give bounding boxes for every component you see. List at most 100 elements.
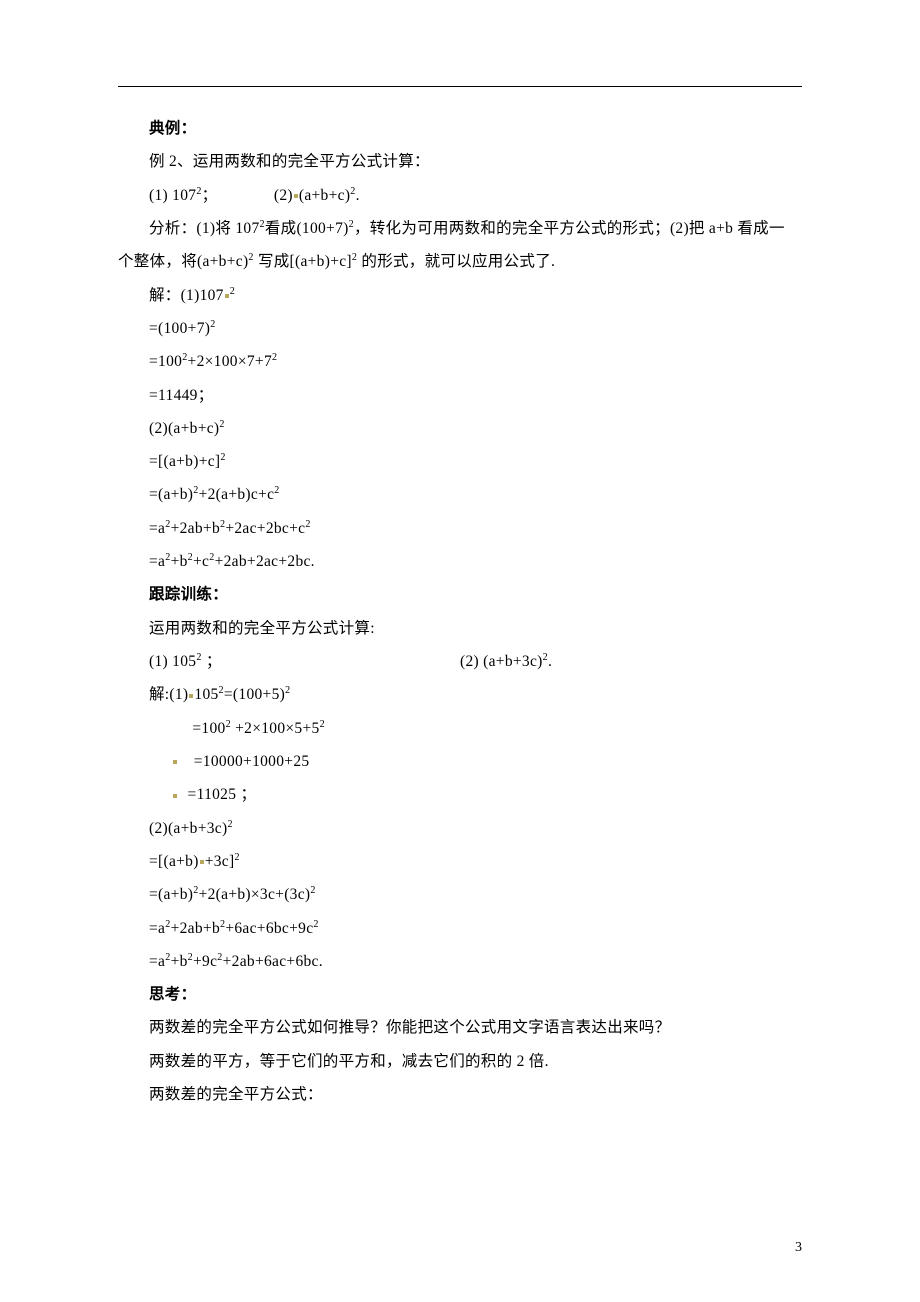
text: (1) 105 (149, 653, 196, 670)
dot-icon (173, 794, 177, 798)
text: =a (149, 553, 165, 570)
text: =100 (149, 353, 182, 370)
dot-icon (173, 760, 177, 764)
text: =(a+b) (149, 886, 193, 903)
sup: 2 (320, 718, 325, 729)
text: =(100+5) (224, 686, 285, 703)
text: 个整体，将(a+b+c) (118, 253, 248, 270)
solution-1-result: =11449； (118, 379, 802, 412)
sup: 2 (305, 519, 310, 530)
text: =10000+1000+25 (194, 753, 310, 770)
dot-icon (200, 860, 204, 864)
sup: 2 (272, 352, 277, 363)
example-2-title: 例 2、运用两数和的完全平方公式计算： (118, 145, 802, 178)
text: . (548, 653, 552, 670)
text: ； (202, 653, 222, 670)
dot-icon (225, 294, 229, 298)
sup: 2 (313, 918, 318, 929)
practice-items-row: (1) 1052 ； (2) (a+b+3c)2. (118, 645, 802, 678)
text: ，转化为可用两数和的完全平方公式的形式；(2)把 a+b 看成一 (354, 220, 785, 237)
text: +2ab+2ac+2bc. (215, 553, 315, 570)
practice-solution-2-step: =a2+2ab+b2+6ac+6bc+9c2 (118, 912, 802, 945)
sup: 2 (220, 452, 225, 463)
text: +c (193, 553, 209, 570)
practice-solution-1-step: =10000+1000+25 (118, 745, 802, 778)
solution-1-step: =(100+7)2 (118, 312, 802, 345)
text: 解：(1)107 (149, 287, 224, 304)
sup: 2 (285, 685, 290, 696)
document-body: 典例： 例 2、运用两数和的完全平方公式计算： (1) 1072； (2)(a+… (118, 112, 802, 1111)
practice-prompt: 运用两数和的完全平方公式计算: (118, 612, 802, 645)
item-1: (1) 107 (149, 187, 196, 204)
text: =100 (192, 720, 225, 737)
text: =(100+7) (149, 320, 210, 337)
text: +2×100×5+5 (231, 720, 320, 737)
page: 典例： 例 2、运用两数和的完全平方公式计算： (1) 1072； (2)(a+… (0, 0, 920, 1302)
horizontal-rule (118, 86, 802, 87)
solution-1-start: 解：(1)107 2 (118, 279, 802, 312)
text: =[(a+b) (149, 853, 199, 870)
heading-practice: 跟踪训练： (118, 578, 802, 611)
analysis-line-1: 分析：(1)将 1072看成(100+7)2，转化为可用两数和的完全平方公式的形… (118, 212, 802, 245)
practice-solution-1-result: =11025 ； (118, 778, 802, 811)
text: +b (171, 953, 188, 970)
heading-think: 思考： (118, 978, 802, 1011)
think-formula-label: 两数差的完全平方公式： (118, 1078, 802, 1111)
solution-2-step: =(a+b)2+2(a+b)c+c2 (118, 478, 802, 511)
text: 看成(100+7) (265, 220, 349, 237)
practice-solution-2-step: =(a+b)2+2(a+b)×3c+(3c)2 (118, 878, 802, 911)
text: 分析：(1)将 107 (149, 220, 260, 237)
sup: 2 (274, 485, 279, 496)
text: =(a+b) (149, 486, 193, 503)
text: +6ac+6bc+9c (225, 920, 313, 937)
text: +2ab+b (171, 520, 220, 537)
text: 写成[(a+b)+c] (254, 253, 352, 270)
page-number: 3 (795, 1240, 802, 1256)
text: +2ab+6ac+6bc. (223, 953, 323, 970)
practice-item-1: (1) 1052 ； (118, 645, 460, 678)
text: 解:(1) (149, 686, 188, 703)
dot-icon (294, 194, 298, 198)
heading-examples: 典例： (118, 112, 802, 145)
dot-icon (189, 694, 193, 698)
text: =a (149, 520, 165, 537)
solution-1-step: =1002+2×100×7+72 (118, 345, 802, 378)
practice-solution-1-step: =1002 +2×100×5+52 (118, 712, 802, 745)
practice-solution-1-start: 解:(1)1052=(100+5)2 (118, 678, 802, 711)
solution-2-result: =a2+b2+c2+2ab+2ac+2bc. (118, 545, 802, 578)
example-2-items: (1) 1072； (2)(a+b+c)2. (118, 179, 802, 212)
text: +2ab+b (171, 920, 220, 937)
text: (2)(a+b+c) (149, 420, 219, 437)
text: . (356, 187, 360, 204)
text: =[(a+b)+c] (149, 453, 220, 470)
text: ； (202, 187, 218, 204)
sup: 2 (230, 285, 235, 296)
solution-2-step: =a2+2ab+b2+2ac+2bc+c2 (118, 512, 802, 545)
sup: 2 (210, 319, 215, 330)
text: +2(a+b)×3c+(3c) (199, 886, 311, 903)
practice-item-2: (2) (a+b+3c)2. (460, 645, 802, 678)
practice-solution-2-step: =[(a+b) +3c]2 (118, 845, 802, 878)
text: (2) (a+b+3c) (460, 653, 543, 670)
text: +9c (193, 953, 217, 970)
sup: 2 (310, 885, 315, 896)
analysis-line-2: 个整体，将(a+b+c)2 写成[(a+b)+c]2 的形式，就可以应用公式了. (118, 245, 802, 278)
think-statement: 两数差的平方，等于它们的平方和，减去它们的积的 2 倍. (118, 1045, 802, 1078)
text: +2(a+b)c+c (199, 486, 275, 503)
practice-solution-2-result: =a2+b2+9c2+2ab+6ac+6bc. (118, 945, 802, 978)
text: (2)(a+b+3c) (149, 820, 227, 837)
text: +2×100×7+7 (188, 353, 272, 370)
text: 105 (194, 686, 218, 703)
text: 的形式，就可以应用公式了. (357, 253, 555, 270)
text: =a (149, 920, 165, 937)
sup: 2 (234, 852, 239, 863)
text: (a+b+c) (299, 187, 350, 204)
text: =11025 ； (188, 786, 257, 803)
think-question: 两数差的完全平方公式如何推导？你能把这个公式用文字语言表达出来吗？ (118, 1011, 802, 1044)
solution-2-step: =[(a+b)+c]2 (118, 445, 802, 478)
item-2: (2) (274, 187, 293, 204)
text: +3c] (205, 853, 235, 870)
sup: 2 (227, 818, 232, 829)
solution-2-start: (2)(a+b+c)2 (118, 412, 802, 445)
text: =a (149, 953, 165, 970)
